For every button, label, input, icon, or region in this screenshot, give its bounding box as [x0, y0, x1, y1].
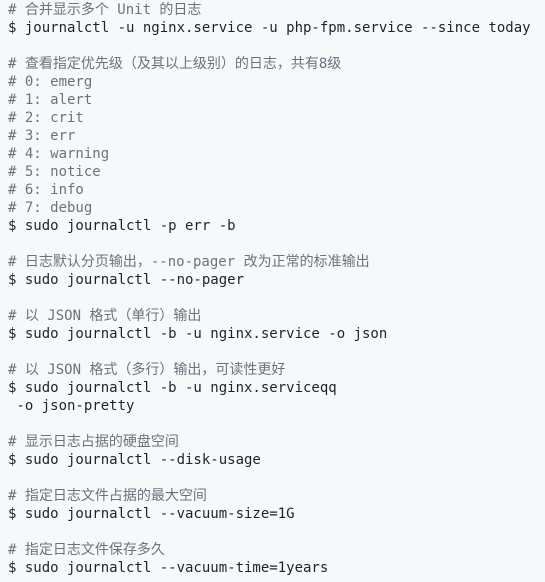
code-line: # 0: emerg	[8, 74, 93, 90]
code-line: # 5: notice	[8, 164, 101, 180]
code-line: # 指定日志文件占据的最大空间	[8, 488, 207, 504]
code-line: -o json-pretty	[8, 398, 135, 414]
code-line: $ sudo journalctl --vacuum-time=1years	[8, 560, 329, 576]
code-line: $ sudo journalctl -b -u nginx.serviceqq	[8, 380, 337, 396]
code-line: # 显示日志占据的硬盘空间	[8, 434, 179, 450]
code-block[interactable]: # 合并显示多个 Unit 的日志 $ journalctl -u nginx.…	[0, 0, 545, 582]
code-line: # 2: crit	[8, 110, 84, 126]
code-line: $ sudo journalctl --vacuum-size=1G	[8, 506, 295, 522]
code-line: $ sudo journalctl --no-pager	[8, 272, 245, 288]
code-line: $ sudo journalctl -b -u nginx.service -o…	[8, 326, 388, 342]
code-line: # 合并显示多个 Unit 的日志	[8, 2, 202, 18]
code-line: # 日志默认分页输出，--no-pager 改为正常的标准输出	[8, 254, 370, 270]
code-line: # 3: err	[8, 128, 76, 144]
code-line: # 以 JSON 格式（多行）输出，可读性更好	[8, 362, 286, 378]
code-line: # 以 JSON 格式（单行）输出	[8, 308, 202, 324]
code-line: # 指定日志文件保存多久	[8, 542, 165, 558]
code-line: $ journalctl -u nginx.service -u php-fpm…	[8, 20, 531, 36]
code-line: # 7: debug	[8, 200, 93, 216]
code-line: $ sudo journalctl -p err -b	[8, 218, 236, 234]
code-line: $ sudo journalctl --disk-usage	[8, 452, 261, 468]
code-line: # 4: warning	[8, 146, 110, 162]
code-line: # 查看指定优先级（及其以上级别）的日志，共有8级	[8, 56, 342, 72]
code-line: # 1: alert	[8, 92, 93, 108]
code-line: # 6: info	[8, 182, 84, 198]
